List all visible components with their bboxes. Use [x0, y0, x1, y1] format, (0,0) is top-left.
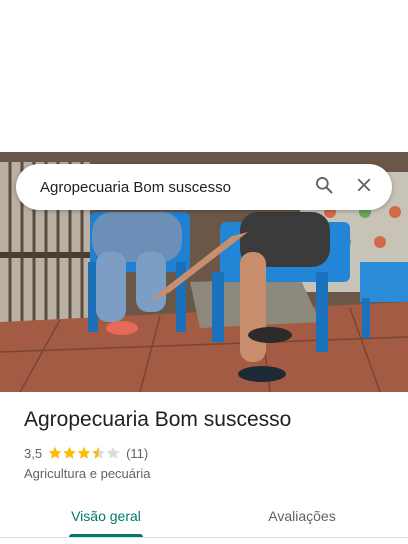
search-bar[interactable]: Agropecuaria Bom suscesso — [16, 164, 392, 210]
close-icon — [355, 176, 373, 199]
place-tabs: Visão geral Avaliações — [0, 496, 408, 538]
search-input[interactable]: Agropecuaria Bom suscesso — [16, 179, 304, 196]
tab-overview[interactable]: Visão geral — [36, 496, 176, 536]
search-icon — [314, 175, 334, 200]
tabs-divider — [0, 537, 408, 538]
star-icon — [48, 446, 62, 459]
place-category[interactable]: Agricultura e pecuária — [24, 466, 150, 481]
search-button[interactable] — [304, 167, 344, 207]
stars-graphic — [48, 446, 120, 459]
place-title: Agropecuaria Bom suscesso — [24, 408, 292, 431]
rating-stars — [48, 446, 120, 460]
rating-row[interactable]: 3,5 (11) — [24, 444, 148, 462]
star-half-icon — [92, 446, 105, 459]
star-icon — [77, 446, 91, 459]
review-count[interactable]: (11) — [126, 446, 148, 461]
clear-search-button[interactable] — [344, 167, 384, 207]
rating-value: 3,5 — [24, 445, 43, 461]
star-icon — [63, 446, 76, 459]
star-empty-icon — [106, 446, 120, 459]
tab-reviews[interactable]: Avaliações — [232, 496, 372, 536]
